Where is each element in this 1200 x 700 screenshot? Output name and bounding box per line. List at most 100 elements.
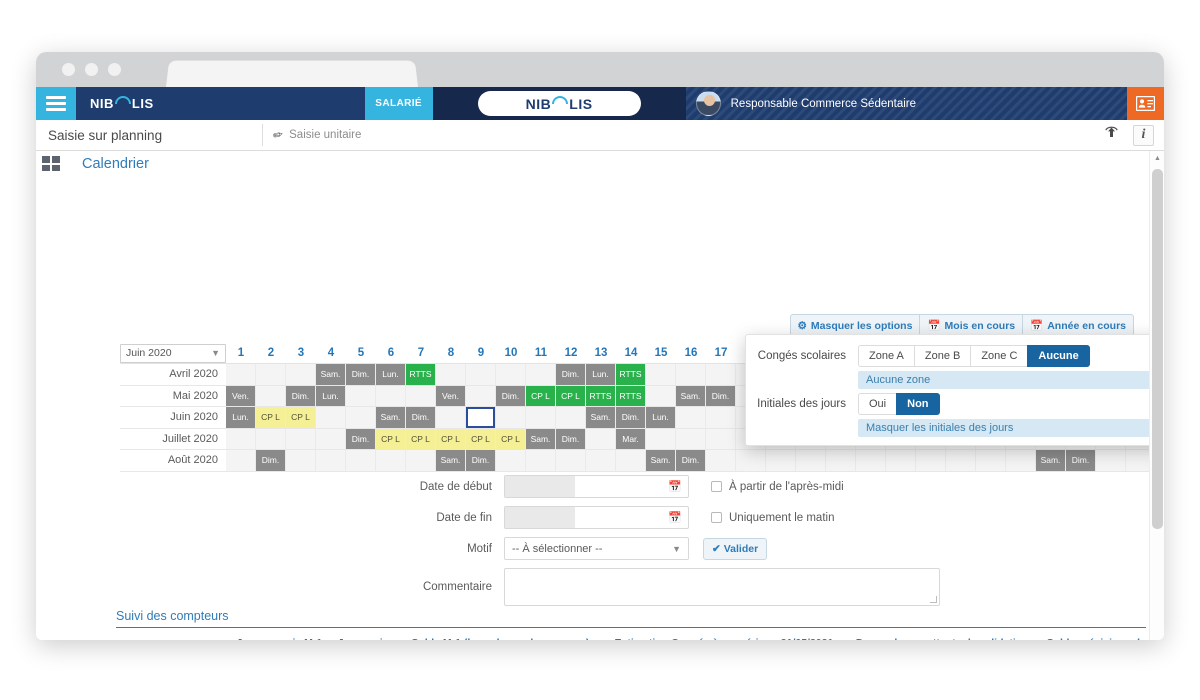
- calendar-day-number[interactable]: 7: [406, 347, 436, 359]
- checkbox-apres-midi-box[interactable]: [711, 481, 722, 492]
- calendar-day-cell[interactable]: Dim.: [466, 450, 496, 471]
- calendar-day-cell[interactable]: [466, 407, 496, 428]
- calendar-day-cell[interactable]: CP L: [376, 429, 406, 450]
- calendar-day-cell[interactable]: [496, 450, 526, 471]
- calendar-day-number[interactable]: 4: [316, 347, 346, 359]
- upload-icon[interactable]: [1104, 126, 1119, 144]
- calendar-day-cell[interactable]: [496, 364, 526, 385]
- options-segment-button[interactable]: Non: [896, 393, 939, 415]
- calendar-day-cell[interactable]: [646, 429, 676, 450]
- calendar-day-cell[interactable]: [766, 450, 796, 471]
- calendar-day-cell[interactable]: [796, 450, 826, 471]
- calendar-day-cell[interactable]: Sam.: [646, 450, 676, 471]
- calendar-day-cell[interactable]: [886, 450, 916, 471]
- calendar-day-cell[interactable]: Dim.: [676, 450, 706, 471]
- calendar-day-cell[interactable]: [286, 364, 316, 385]
- calendar-day-cell[interactable]: [526, 450, 556, 471]
- valider-button[interactable]: ✔ Valider: [703, 538, 767, 560]
- calendar-day-cell[interactable]: [706, 450, 736, 471]
- scroll-up-arrow[interactable]: ▲: [1150, 151, 1164, 166]
- calendar-day-cell[interactable]: RTTS: [616, 386, 646, 407]
- calendar-day-cell[interactable]: [706, 407, 736, 428]
- calendar-day-cell[interactable]: [676, 429, 706, 450]
- calendar-day-cell[interactable]: RTTS: [586, 386, 616, 407]
- calendar-day-cell[interactable]: Mar.: [616, 429, 646, 450]
- minimize-window-dot[interactable]: [85, 63, 98, 76]
- calendar-day-cell[interactable]: [286, 429, 316, 450]
- options-segment-button[interactable]: Oui: [858, 393, 897, 415]
- motif-select[interactable]: -- À sélectionner -- ▼: [504, 537, 689, 560]
- commentaire-textarea[interactable]: [504, 568, 940, 606]
- calendar-day-number[interactable]: 1: [226, 347, 256, 359]
- calendar-day-cell[interactable]: [646, 386, 676, 407]
- calendar-day-cell[interactable]: [706, 429, 736, 450]
- calendar-day-cell[interactable]: Lun.: [226, 407, 256, 428]
- calendar-day-number[interactable]: 3: [286, 347, 316, 359]
- calendar-day-cell[interactable]: CP L: [496, 429, 526, 450]
- calendar-day-number[interactable]: 6: [376, 347, 406, 359]
- calendar-day-cell[interactable]: [346, 407, 376, 428]
- calendar-day-cell[interactable]: [226, 450, 256, 471]
- options-segment-button[interactable]: Zone B: [914, 345, 971, 367]
- calendar-day-cell[interactable]: Dim.: [556, 429, 586, 450]
- calendar-day-cell[interactable]: CP L: [256, 407, 286, 428]
- calendar-day-number[interactable]: 5: [346, 347, 376, 359]
- role-badge[interactable]: SALARIÉ: [365, 87, 433, 120]
- options-segment-button[interactable]: Zone A: [858, 345, 915, 367]
- calendar-day-number[interactable]: 14: [616, 347, 646, 359]
- calendar-day-cell[interactable]: [466, 386, 496, 407]
- calendar-day-cell[interactable]: [1006, 450, 1036, 471]
- calendar-day-cell[interactable]: [946, 450, 976, 471]
- calendar-day-cell[interactable]: [466, 364, 496, 385]
- calendar-day-cell[interactable]: [736, 450, 766, 471]
- user-zone[interactable]: Responsable Commerce Sédentaire: [686, 87, 1127, 120]
- calendar-day-cell[interactable]: [226, 364, 256, 385]
- date-fin-field[interactable]: 📅: [504, 506, 689, 529]
- calendar-day-number[interactable]: 17: [706, 347, 736, 359]
- calendar-day-cell[interactable]: [526, 407, 556, 428]
- calendar-day-cell[interactable]: [856, 450, 886, 471]
- calendar-day-cell[interactable]: [976, 450, 1006, 471]
- employee-card-button[interactable]: [1127, 87, 1164, 120]
- calendar-day-cell[interactable]: Dim.: [706, 386, 736, 407]
- calendar-day-cell[interactable]: Lun.: [316, 386, 346, 407]
- calendar-day-cell[interactable]: [436, 364, 466, 385]
- options-segment-button[interactable]: Zone C: [970, 345, 1028, 367]
- calendar-day-cell[interactable]: [526, 364, 556, 385]
- calendar-day-cell[interactable]: [826, 450, 856, 471]
- calendar-day-number[interactable]: 15: [646, 347, 676, 359]
- calendar-day-cell[interactable]: Sam.: [1036, 450, 1066, 471]
- calendar-day-cell[interactable]: Lun.: [646, 407, 676, 428]
- calendar-day-cell[interactable]: Dim.: [556, 364, 586, 385]
- calendar-day-cell[interactable]: [346, 386, 376, 407]
- calendar-day-cell[interactable]: [436, 407, 466, 428]
- month-select[interactable]: Juin 2020 ▼: [120, 344, 226, 363]
- calendar-day-cell[interactable]: Sam.: [526, 429, 556, 450]
- calendar-day-cell[interactable]: [226, 429, 256, 450]
- date-debut-calendar-icon[interactable]: 📅: [662, 480, 688, 493]
- calendar-day-cell[interactable]: [676, 364, 706, 385]
- calendar-day-cell[interactable]: Dim.: [406, 407, 436, 428]
- calendar-day-cell[interactable]: [556, 450, 586, 471]
- calendar-day-cell[interactable]: Lun.: [376, 364, 406, 385]
- checkbox-matin[interactable]: Uniquement le matin: [711, 512, 834, 524]
- calendar-day-cell[interactable]: Sam.: [376, 407, 406, 428]
- calendar-day-cell[interactable]: [556, 407, 586, 428]
- scrollbar-thumb[interactable]: [1152, 169, 1163, 529]
- calendar-day-cell[interactable]: Ven.: [226, 386, 256, 407]
- calendar-day-cell[interactable]: CP L: [406, 429, 436, 450]
- calendar-day-number[interactable]: 9: [466, 347, 496, 359]
- calendar-day-cell[interactable]: Dim.: [286, 386, 316, 407]
- calendar-day-cell[interactable]: RTTS: [616, 364, 646, 385]
- calendar-day-cell[interactable]: [496, 407, 526, 428]
- calendar-day-cell[interactable]: [406, 450, 436, 471]
- calendar-day-number[interactable]: 10: [496, 347, 526, 359]
- calendar-day-number[interactable]: 12: [556, 347, 586, 359]
- date-fin-calendar-icon[interactable]: 📅: [662, 511, 688, 524]
- close-window-dot[interactable]: [62, 63, 75, 76]
- options-segment-button[interactable]: Aucune: [1027, 345, 1089, 367]
- maximize-window-dot[interactable]: [108, 63, 121, 76]
- calendar-day-cell[interactable]: Sam.: [436, 450, 466, 471]
- tab-saisie-unitaire[interactable]: ✏ Saisie unitaire: [273, 128, 361, 142]
- calendar-day-cell[interactable]: Lun.: [586, 364, 616, 385]
